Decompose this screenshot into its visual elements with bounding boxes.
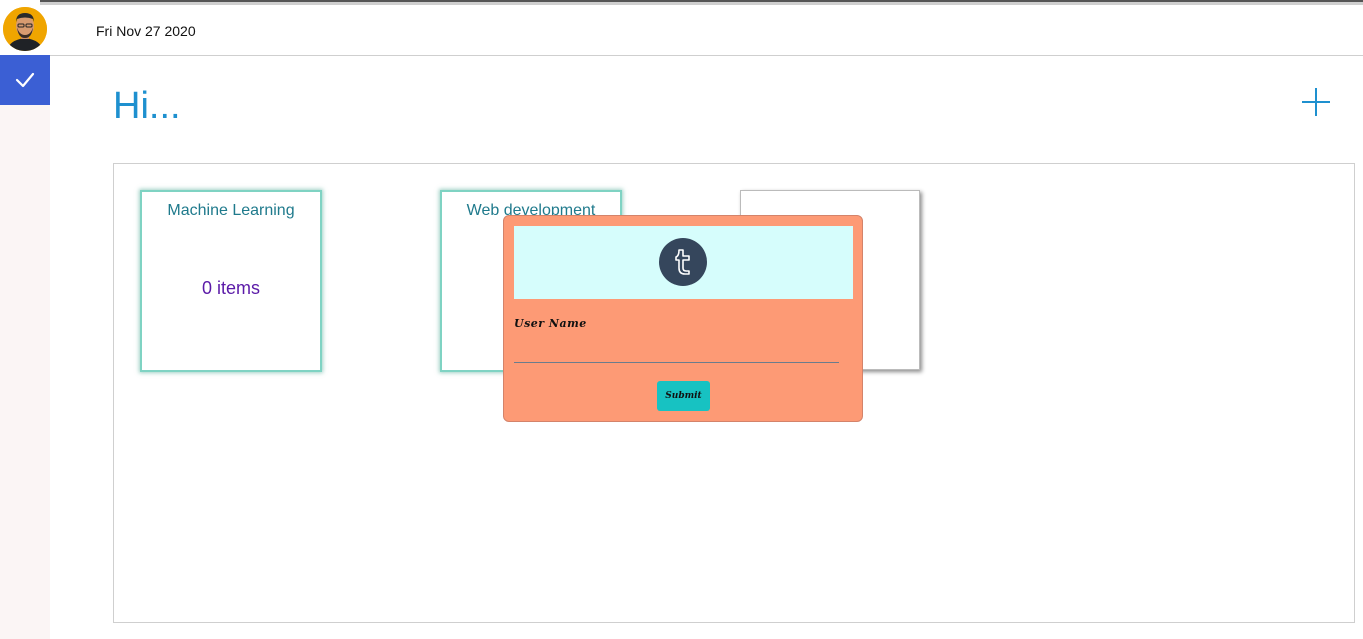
user-avatar[interactable] [3, 7, 47, 51]
board-item-count: 0 items [201, 278, 261, 298]
app-header: Fri Nov 27 2020 [0, 5, 1363, 56]
tumblr-glyph [675, 249, 690, 275]
add-board-button[interactable] [1300, 86, 1332, 118]
username-label: User Name [514, 317, 587, 330]
current-date: Fri Nov 27 2020 [96, 23, 196, 39]
tumblr-logo-icon [659, 238, 707, 286]
sidebar-item-tasks[interactable] [0, 55, 50, 105]
plus-icon [1302, 88, 1330, 116]
check-icon [15, 72, 35, 88]
submit-button[interactable]: Submit [657, 381, 710, 411]
avatar-illustration [3, 7, 47, 51]
sidebar [0, 55, 50, 639]
modal-banner [514, 226, 853, 299]
board-card[interactable]: Machine Learning 0 items [140, 190, 322, 372]
username-input[interactable] [514, 338, 839, 363]
board-title: Machine Learning [167, 202, 295, 219]
greeting-title: Hi... [113, 85, 181, 127]
login-modal: User Name Submit [503, 215, 863, 422]
